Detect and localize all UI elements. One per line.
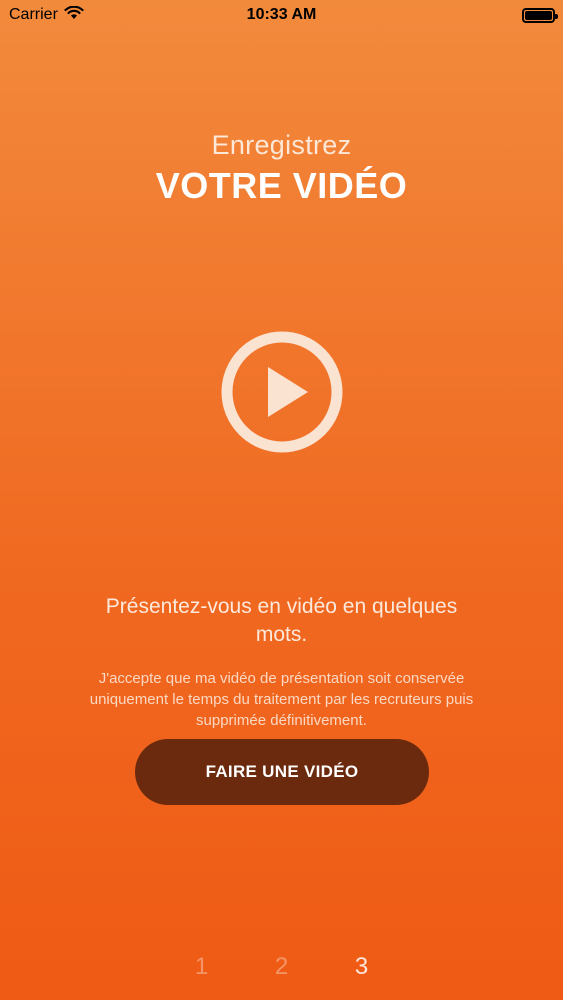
consent-text: J'accepte que ma vidéo de présentation s… xyxy=(89,670,474,729)
intro-text: Présentez-vous en vidéo en quelques mots… xyxy=(105,595,458,646)
page-indicator-3[interactable]: 3 xyxy=(352,953,372,981)
page-subtitle: Enregistrez xyxy=(211,130,352,160)
page-indicator-2[interactable]: 2 xyxy=(272,953,292,981)
page-title: VOTRE VIDÉO xyxy=(155,165,408,206)
battery-icon xyxy=(522,7,558,23)
play-button[interactable] xyxy=(220,330,344,454)
battery-fill xyxy=(525,10,552,20)
pager: 1 2 3 xyxy=(0,953,563,981)
make-video-button[interactable]: FAIRE UNE VIDÉO xyxy=(135,739,429,805)
status-time: 10:33 AM xyxy=(246,6,317,23)
page-indicator-1[interactable]: 1 xyxy=(192,953,212,981)
header: Enregistrez VOTRE VIDÉO xyxy=(0,130,563,207)
play-circle-icon xyxy=(221,331,343,453)
status-bar: Carrier 10:33 AM xyxy=(0,0,563,30)
